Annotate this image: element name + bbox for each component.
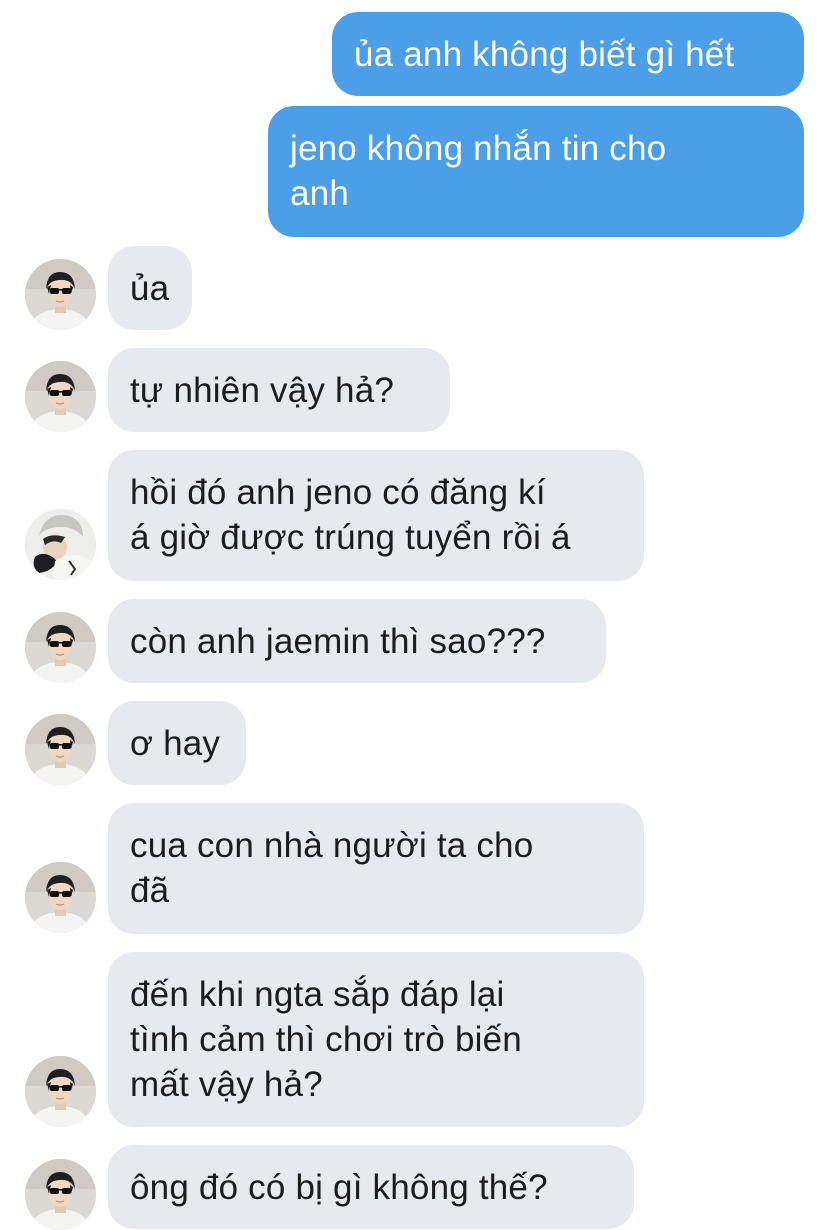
contact-avatar[interactable] <box>25 1056 96 1127</box>
sent-message-bubble[interactable]: jeno không nhắn tin cho anh <box>268 106 804 237</box>
received-message-bubble[interactable]: cua con nhà người ta cho đã <box>108 803 644 934</box>
received-message-bubble[interactable]: ông đó có bị gì không thế? <box>108 1145 634 1229</box>
sunglasses-avatar-icon <box>25 612 96 683</box>
received-message-bubble[interactable]: tự nhiên vậy hả? <box>108 348 450 432</box>
contact-avatar[interactable] <box>25 1159 96 1230</box>
received-message-bubble[interactable]: đến khi ngta sắp đáp lại tình cảm thì ch… <box>108 952 644 1127</box>
sunglasses-avatar-icon <box>25 259 96 330</box>
sunglasses-avatar-icon <box>25 1056 96 1127</box>
received-message-bubble[interactable]: ủa <box>108 246 192 330</box>
contact-avatar[interactable] <box>25 259 96 330</box>
sunglasses-avatar-icon <box>25 361 96 432</box>
contact-avatar[interactable] <box>25 612 96 683</box>
contact-avatar[interactable] <box>25 862 96 933</box>
contact-avatar[interactable] <box>25 509 96 580</box>
sent-message-bubble[interactable]: ủa anh không biết gì hết <box>332 12 804 96</box>
received-message-bubble[interactable]: ơ hay <box>108 701 246 785</box>
sunglasses-avatar-icon <box>25 862 96 933</box>
sunglasses-avatar-icon <box>25 714 96 785</box>
received-message-bubble[interactable]: còn anh jaemin thì sao??? <box>108 599 606 683</box>
sunglasses-avatar-icon <box>25 1159 96 1230</box>
contact-avatar[interactable] <box>25 714 96 785</box>
beanie-avatar-icon <box>25 509 96 580</box>
received-message-bubble[interactable]: hồi đó anh jeno có đăng kí á giờ được tr… <box>108 450 644 581</box>
contact-avatar[interactable] <box>25 361 96 432</box>
